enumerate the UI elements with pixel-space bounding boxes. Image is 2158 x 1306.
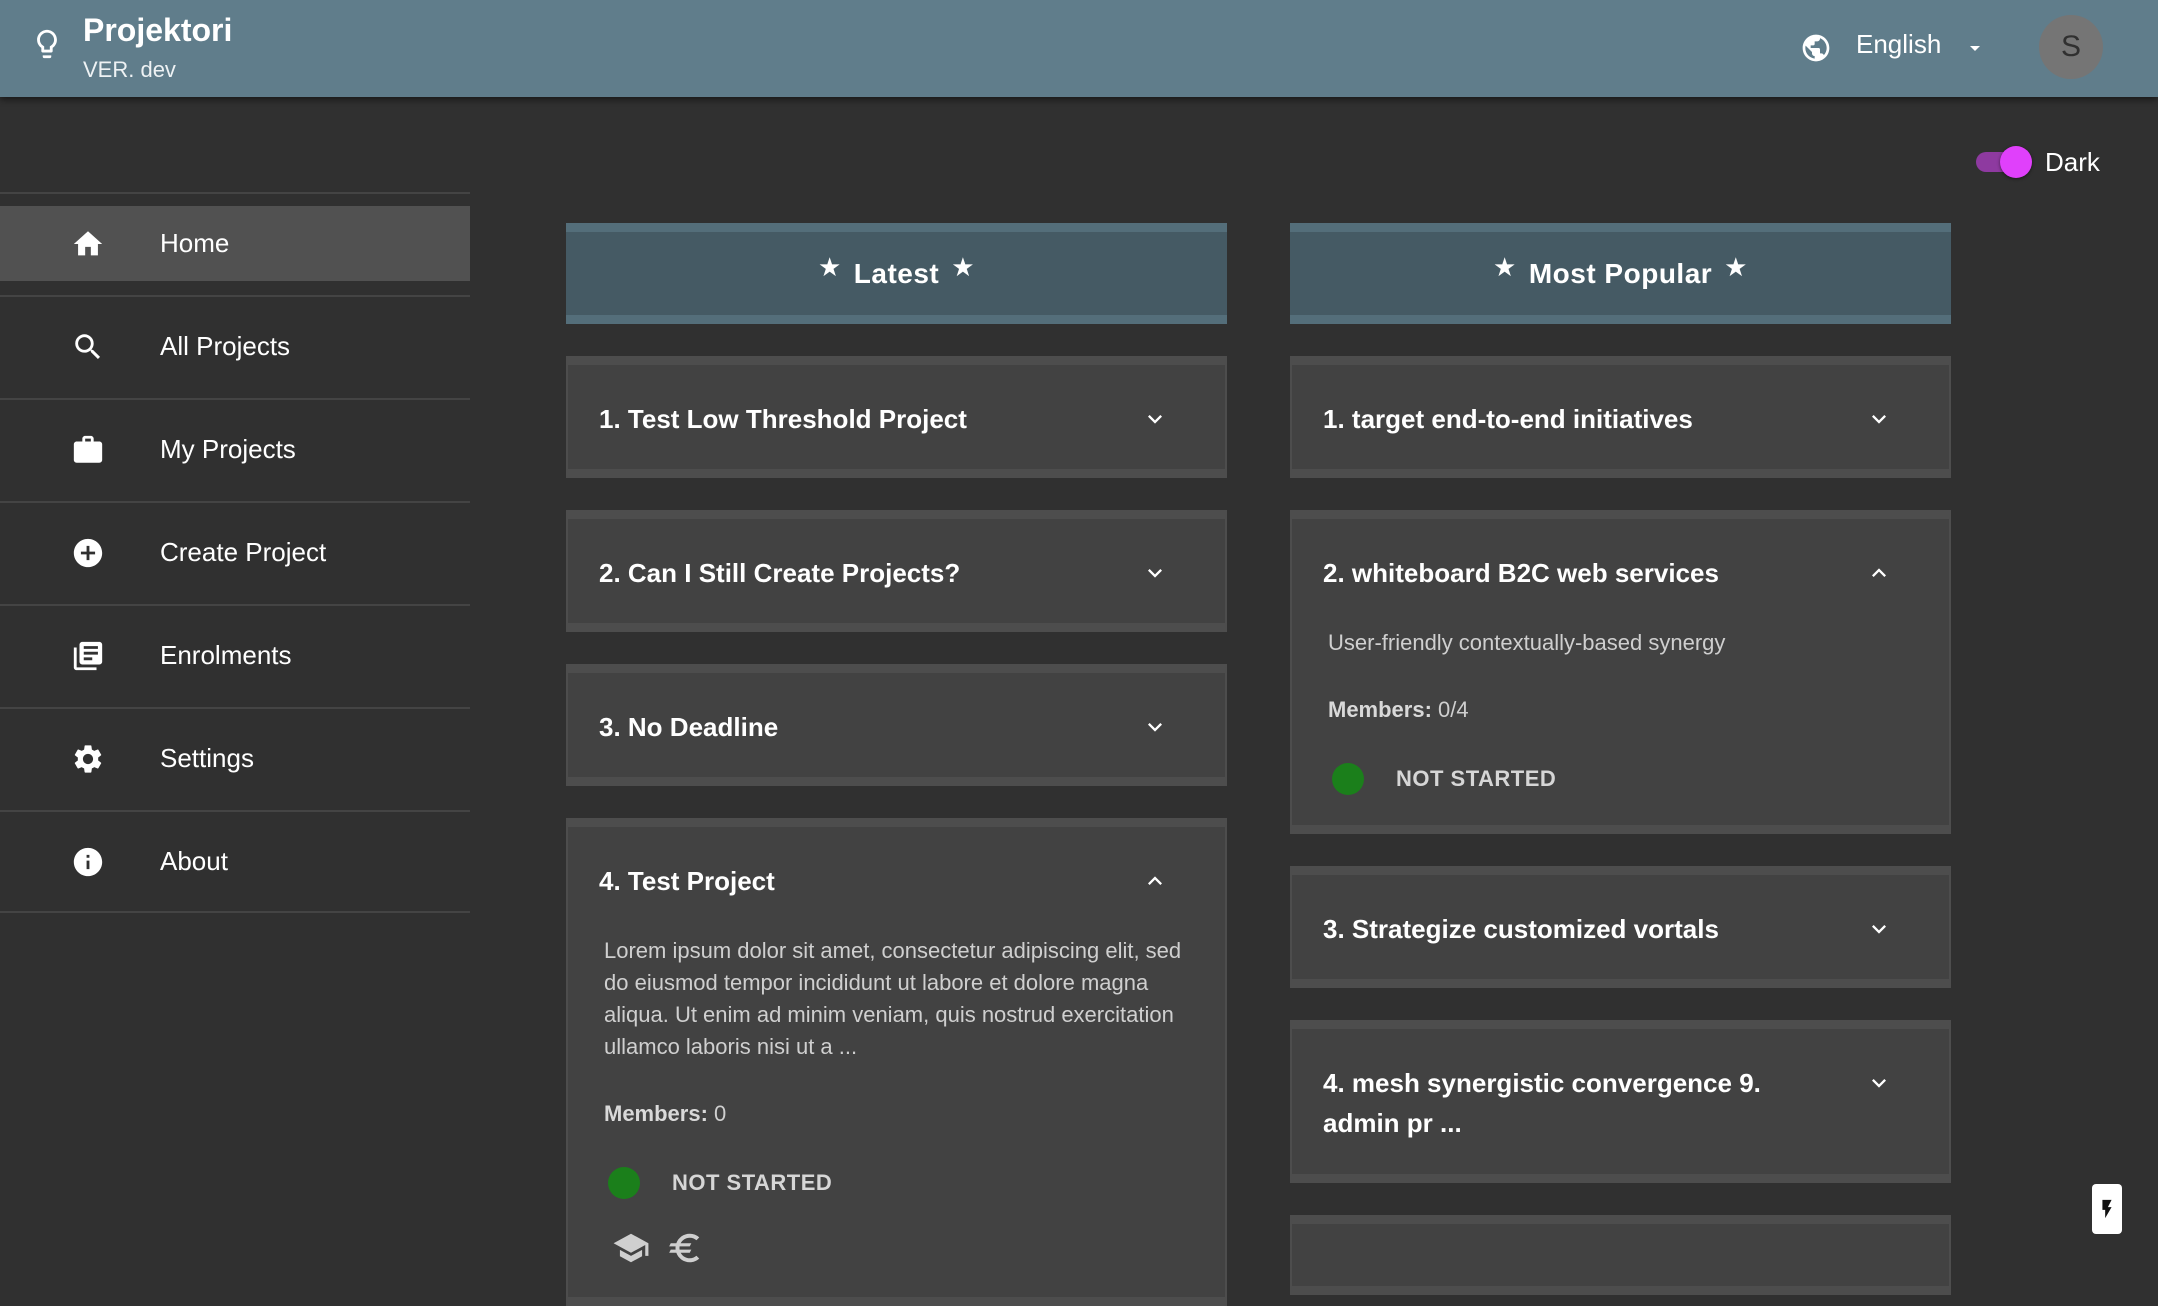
members-value: 0/4 bbox=[1438, 697, 1469, 722]
language-select[interactable]: English bbox=[1856, 29, 1941, 60]
project-title: 1. Test Low Threshold Project bbox=[599, 404, 967, 434]
project-title: 4. mesh synergistic convergence 9. admin… bbox=[1323, 1068, 1761, 1138]
dark-mode-label: Dark bbox=[2045, 147, 2100, 177]
app-title[interactable]: Projektori bbox=[83, 12, 232, 49]
add-circle-icon bbox=[73, 538, 103, 568]
dark-mode-toggle[interactable] bbox=[1972, 146, 2032, 178]
chevron-down-icon[interactable] bbox=[1865, 1069, 1893, 1097]
status-label: NOT STARTED bbox=[672, 1170, 833, 1195]
project-card: 3. Strategize customized vortals bbox=[1290, 866, 1951, 988]
star-icon: ★ bbox=[817, 252, 842, 282]
project-card-header[interactable]: 3. Strategize customized vortals bbox=[1292, 875, 1949, 979]
project-status: NOT STARTED bbox=[1328, 763, 1909, 795]
chevron-up-icon[interactable] bbox=[1141, 867, 1169, 895]
chevron-down-icon[interactable] bbox=[1865, 915, 1893, 943]
project-card-header[interactable]: 2. Can I Still Create Projects? bbox=[568, 519, 1225, 623]
app-bar: Projektori VER. dev English S bbox=[0, 0, 2158, 97]
project-status: NOT STARTED bbox=[604, 1167, 1185, 1199]
chevron-down-icon[interactable] bbox=[1141, 405, 1169, 433]
project-card-expanded: 4. Test Project Lorem ipsum dolor sit am… bbox=[566, 818, 1227, 1306]
home-icon bbox=[73, 231, 103, 256]
sidebar-item-my-projects[interactable]: My Projects bbox=[0, 398, 470, 501]
project-title: 2. whiteboard B2C web services bbox=[1323, 558, 1719, 588]
project-card: 4. mesh synergistic convergence 9. admin… bbox=[1290, 1020, 1951, 1183]
project-card-header[interactable]: 4. mesh synergistic convergence 9. admin… bbox=[1292, 1029, 1949, 1174]
project-members: Members: 0/4 bbox=[1328, 697, 1909, 723]
status-dot bbox=[1332, 763, 1364, 795]
members-value: 0 bbox=[714, 1101, 727, 1126]
project-extras bbox=[612, 1229, 1185, 1267]
info-icon bbox=[73, 847, 103, 877]
sidebar-item-create-project[interactable]: Create Project bbox=[0, 501, 470, 604]
chevron-down-icon[interactable] bbox=[1141, 559, 1169, 587]
sidebar-item-label: Create Project bbox=[160, 537, 327, 567]
briefcase-icon bbox=[73, 435, 103, 463]
chevron-down-icon[interactable] bbox=[1141, 713, 1169, 741]
project-card-header[interactable]: 1. Test Low Threshold Project bbox=[568, 365, 1225, 469]
project-card-header[interactable]: 4. Test Project bbox=[568, 827, 1225, 931]
sidebar-item-label: Settings bbox=[160, 743, 254, 773]
sidebar-item-label: My Projects bbox=[160, 434, 296, 464]
star-icon: ★ bbox=[1724, 252, 1748, 282]
chevron-down-icon[interactable] bbox=[1865, 405, 1893, 433]
sidebar-item-label: About bbox=[160, 846, 228, 876]
project-card-body: Lorem ipsum dolor sit amet, consectetur … bbox=[568, 931, 1225, 1297]
lightning-icon bbox=[2102, 1199, 2112, 1219]
project-title: 4. Test Project bbox=[599, 866, 775, 896]
sidebar-item-label: Enrolments bbox=[160, 640, 292, 670]
project-card-body: User-friendly contextually-based synergy… bbox=[1292, 623, 1949, 825]
school-icon bbox=[613, 1233, 649, 1263]
sidebar-nav: Home All Projects My Projects Create Pro… bbox=[0, 192, 470, 913]
sidebar-item-enrolments[interactable]: Enrolments bbox=[0, 604, 470, 707]
sidebar-item-settings[interactable]: Settings bbox=[0, 707, 470, 810]
star-icon: ★ bbox=[1493, 252, 1517, 282]
project-title: 2. Can I Still Create Projects? bbox=[599, 558, 961, 588]
sidebar-item-label: All Projects bbox=[160, 331, 291, 361]
project-card-header[interactable]: 2. whiteboard B2C web services bbox=[1292, 519, 1949, 623]
project-card-expanded: 2. whiteboard B2C web services User-frie… bbox=[1290, 510, 1951, 834]
popular-header: ★ Most Popular ★ bbox=[1290, 223, 1951, 324]
project-card bbox=[1290, 1215, 1951, 1295]
members-label: Members: bbox=[1328, 697, 1432, 722]
globe-icon bbox=[1802, 34, 1830, 62]
flash-button[interactable] bbox=[2092, 1184, 2122, 1234]
caret-down-icon[interactable] bbox=[1963, 36, 1987, 60]
avatar[interactable]: S bbox=[2039, 15, 2103, 79]
chevron-up-icon[interactable] bbox=[1865, 559, 1893, 587]
toggle-knob bbox=[2000, 146, 2032, 178]
project-card: 2. Can I Still Create Projects? bbox=[566, 510, 1227, 632]
project-card: 1. Test Low Threshold Project bbox=[566, 356, 1227, 478]
members-label: Members: bbox=[604, 1101, 708, 1126]
euro-icon bbox=[669, 1233, 700, 1263]
project-card: 1. target end-to-end initiatives bbox=[1290, 356, 1951, 478]
project-description: User-friendly contextually-based synergy bbox=[1328, 630, 1726, 655]
latest-column: ★ Latest ★ 1. Test Low Threshold Project… bbox=[566, 223, 1227, 1306]
sidebar-item-home[interactable]: Home bbox=[0, 192, 470, 295]
search-icon bbox=[75, 334, 101, 360]
project-card-header[interactable]: 3. No Deadline bbox=[568, 673, 1225, 777]
lightbulb-icon bbox=[37, 29, 57, 59]
project-card: 3. No Deadline bbox=[566, 664, 1227, 786]
popular-column: ★ Most Popular ★ 1. target end-to-end in… bbox=[1290, 223, 1951, 1295]
status-dot bbox=[608, 1167, 640, 1199]
star-icon: ★ bbox=[951, 252, 976, 282]
project-title: 1. target end-to-end initiatives bbox=[1323, 404, 1693, 434]
latest-header-title: Latest bbox=[853, 257, 940, 289]
app-version: VER. dev bbox=[83, 57, 176, 82]
project-title: 3. Strategize customized vortals bbox=[1323, 914, 1719, 944]
project-members: Members: 0 bbox=[604, 1101, 1185, 1127]
project-title: 3. No Deadline bbox=[599, 712, 779, 742]
sidebar-item-all-projects[interactable]: All Projects bbox=[0, 295, 470, 398]
latest-header: ★ Latest ★ bbox=[566, 223, 1227, 324]
project-description: Lorem ipsum dolor sit amet, consectetur … bbox=[604, 938, 1182, 1059]
project-card-header[interactable]: 1. target end-to-end initiatives bbox=[1292, 365, 1949, 469]
popular-header-title: Most Popular bbox=[1528, 257, 1713, 289]
sidebar-item-about[interactable]: About bbox=[0, 810, 470, 913]
gear-icon bbox=[74, 745, 102, 773]
status-label: NOT STARTED bbox=[1396, 766, 1557, 791]
sidebar-item-label: Home bbox=[160, 228, 230, 258]
library-books-icon bbox=[73, 641, 103, 671]
